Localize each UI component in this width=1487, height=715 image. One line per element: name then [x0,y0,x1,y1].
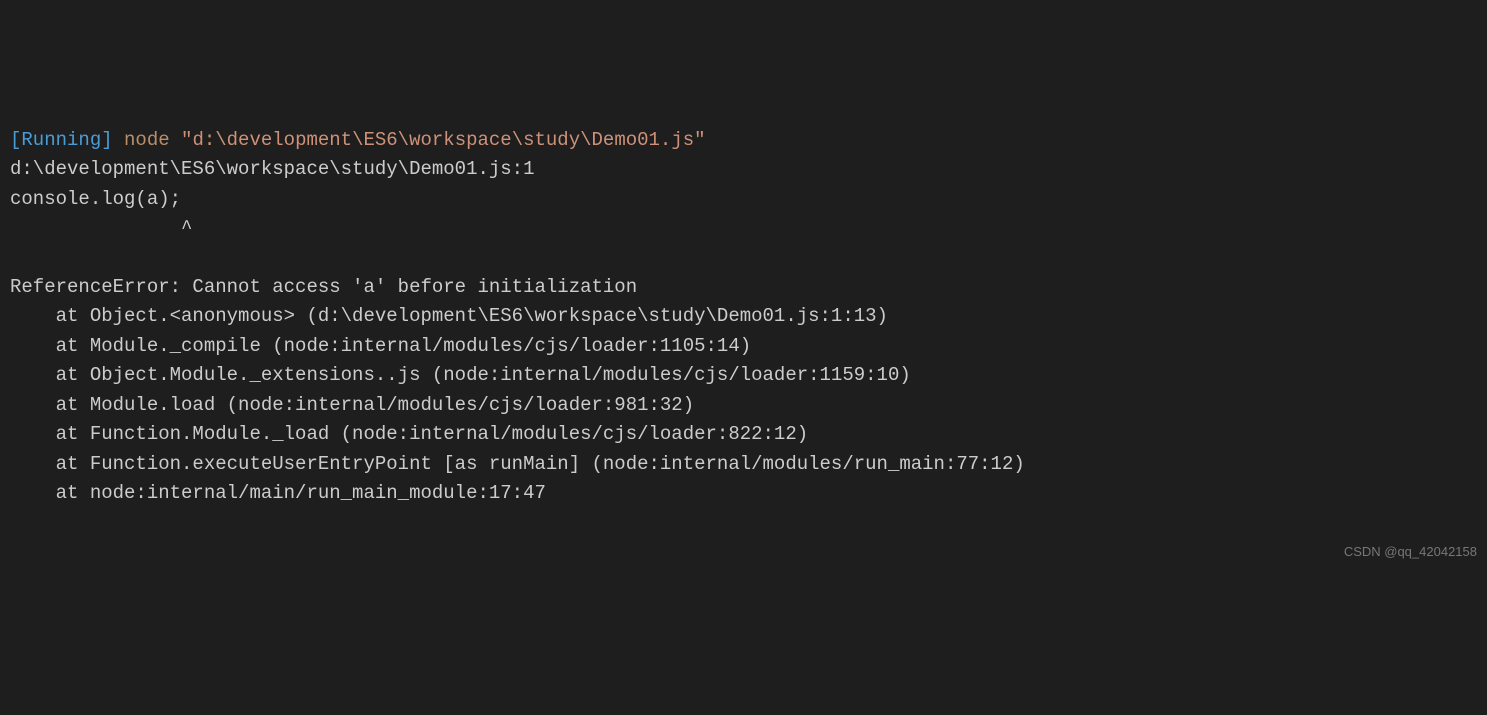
error-code-line: console.log(a); [10,188,181,210]
stack-line: at node:internal/main/run_main_module:17… [10,482,546,504]
error-message: ReferenceError: Cannot access 'a' before… [10,276,637,298]
watermark: CSDN @qq_42042158 [1344,542,1477,562]
stack-line: at Function.Module._load (node:internal/… [10,423,808,445]
stack-line: at Object.<anonymous> (d:\development\ES… [10,305,888,327]
running-tag: [Running] [10,129,113,151]
stack-line: at Module.load (node:internal/modules/cj… [10,394,694,416]
stack-line: at Function.executeUserEntryPoint [as ru… [10,453,1025,475]
error-caret: ^ [10,217,192,239]
node-command: node [124,129,170,151]
terminal-output: [Running] node "d:\development\ES6\works… [10,126,1477,509]
stack-line: at Module._compile (node:internal/module… [10,335,751,357]
stack-line: at Object.Module._extensions..js (node:i… [10,364,911,386]
error-file-line: d:\development\ES6\workspace\study\Demo0… [10,158,535,180]
script-path: "d:\development\ES6\workspace\study\Demo… [181,129,706,151]
